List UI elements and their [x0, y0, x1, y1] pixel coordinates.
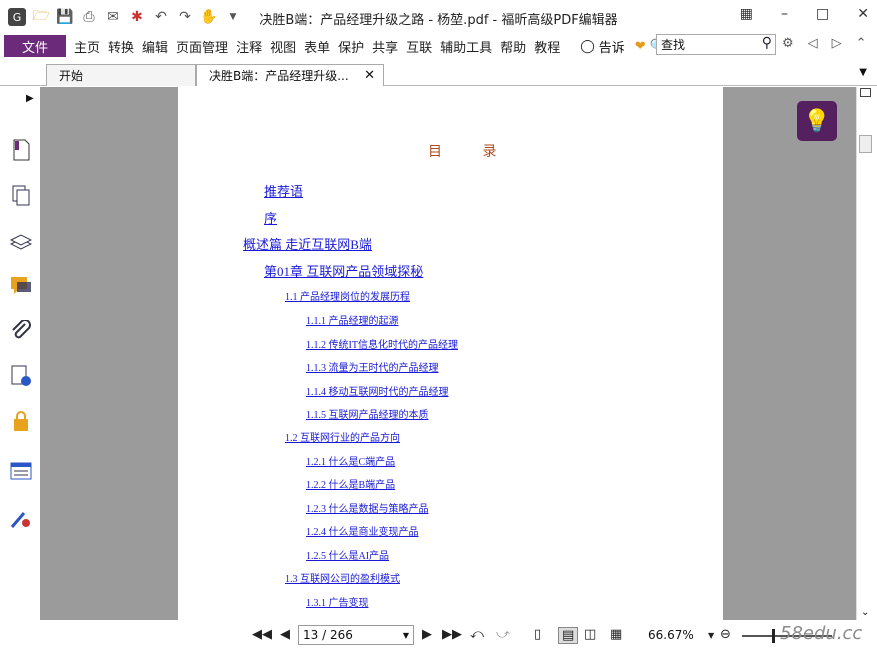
tab-label: 开始: [59, 69, 84, 83]
continuous-page-icon[interactable]: ▤: [558, 627, 579, 644]
maximize-button[interactable]: □: [816, 6, 829, 22]
menu-item-form[interactable]: 表单: [300, 37, 334, 56]
menu-item-comment[interactable]: 注释: [232, 37, 266, 56]
comments-icon[interactable]: [10, 275, 32, 297]
lightbulb-icon: ◯: [580, 38, 595, 54]
next-page-icon[interactable]: ▶: [422, 627, 432, 642]
toc-entry[interactable]: 1.3 互联网公司的盈利模式: [285, 570, 400, 585]
tips-lightbulb-button[interactable]: 💡: [797, 101, 837, 141]
attachment-icon[interactable]: [10, 320, 32, 342]
tell-me[interactable]: ◯ 告诉 ❤ 🔍: [580, 37, 666, 56]
menu-item-home[interactable]: 主页: [70, 37, 104, 56]
single-page-icon[interactable]: ▯: [534, 627, 541, 642]
status-bar: ◀◀ ◀ 13 / 266 ▼ ▶ ▶▶ ⤺ ⤻ ▯ ▤ ◫ ▦ 66.67% …: [0, 621, 877, 651]
toc-entry[interactable]: 1.1.1 产品经理的起源: [306, 312, 399, 327]
last-page-icon[interactable]: ▶▶: [442, 627, 462, 642]
expand-panel-icon[interactable]: ▶: [26, 93, 34, 104]
collapse-ribbon-icon[interactable]: ⌃: [856, 36, 867, 51]
next-view-icon[interactable]: ⤻: [496, 627, 510, 642]
toc-entry[interactable]: 1.3.2 增值服务: [306, 618, 369, 620]
signatures-icon[interactable]: [10, 365, 32, 387]
toc-entry[interactable]: 1.1.3 流量为王时代的产品经理: [306, 359, 439, 374]
menu-item-tutorial[interactable]: 教程: [530, 37, 564, 56]
toc-entry[interactable]: 1.3.1 广告变现: [306, 594, 369, 609]
document-viewport[interactable]: 目 录 推荐语序概述篇 走近互联网B端第01章 互联网产品领域探秘 1.1 产品经…: [40, 87, 856, 620]
pages-thumbnail-icon[interactable]: [10, 185, 32, 207]
navigation-panel: ▶: [0, 87, 40, 620]
close-button[interactable]: ✕: [857, 6, 869, 22]
tab-start[interactable]: 开始: [46, 64, 196, 86]
toc-entry[interactable]: 推荐语: [264, 181, 303, 200]
page-number-value: 13 / 266: [303, 628, 353, 642]
search-box[interactable]: 查找 ⚲: [656, 34, 776, 55]
tab-list-dropdown-icon[interactable]: ▼: [859, 67, 867, 78]
zoom-out-icon[interactable]: ⊖: [720, 627, 731, 642]
watermark-text: 58edu.cc: [780, 623, 863, 644]
continuous-facing-icon[interactable]: ▦: [610, 627, 622, 642]
window-controls: ▦ – □ ✕: [740, 6, 869, 22]
toc-entry[interactable]: 1.2.3 什么是数据与策略产品: [306, 500, 429, 515]
scroll-left-icon[interactable]: ◁: [808, 36, 818, 51]
menu-item-share[interactable]: 共享: [368, 37, 402, 56]
tab-label: 决胜B端：产品经理升级...: [209, 69, 349, 83]
menu-item-accessibility[interactable]: 辅助工具: [436, 37, 496, 56]
facing-pages-icon[interactable]: ◫: [584, 627, 596, 642]
zoom-level[interactable]: 66.67%: [648, 628, 694, 642]
scroll-up-button[interactable]: [860, 88, 871, 97]
tell-me-label: 告诉: [598, 40, 625, 56]
minimize-button[interactable]: –: [781, 6, 788, 22]
title-bar: G 🗁 💾 ⎙ ✉ ✱ ↶ ↷ ✋ ▼ 决胜B端：产品经理升级之路 - 杨堃.p…: [0, 0, 877, 34]
page-dropdown-icon[interactable]: ▼: [403, 631, 409, 640]
feedback-heart-icon[interactable]: ❤: [635, 39, 646, 54]
menu-item-protect[interactable]: 保护: [334, 37, 368, 56]
bookmark-icon[interactable]: [10, 139, 32, 161]
toc-entry[interactable]: 序: [264, 208, 277, 227]
toc-title: 目 录: [428, 144, 515, 160]
toc-entry[interactable]: 1.2 互联网行业的产品方向: [285, 429, 400, 444]
toc-entry[interactable]: 1.2.5 什么是AI产品: [306, 547, 389, 562]
form-fields-icon[interactable]: [10, 460, 32, 482]
toc-entry[interactable]: 1.2.4 什么是商业变现产品: [306, 523, 419, 538]
menu-item-help[interactable]: 帮助: [496, 37, 530, 56]
scrollbar-thumb[interactable]: [859, 135, 872, 153]
toc-entry[interactable]: 第01章 互联网产品领域探秘: [264, 261, 423, 280]
layers-icon[interactable]: [10, 230, 32, 252]
pdf-page: 目 录 推荐语序概述篇 走近互联网B端第01章 互联网产品领域探秘 1.1 产品经…: [178, 87, 723, 620]
zoom-dropdown-icon[interactable]: ▼: [708, 631, 714, 640]
tab-document[interactable]: 决胜B端：产品经理升级... ✕: [196, 64, 384, 86]
close-tab-icon[interactable]: ✕: [364, 68, 375, 83]
file-menu-button[interactable]: 文件: [4, 35, 66, 57]
previous-page-icon[interactable]: ◀: [280, 627, 290, 642]
toc-entry[interactable]: 1.1.5 互联网产品经理的本质: [306, 406, 429, 421]
menu-item-connect[interactable]: 互联: [402, 37, 436, 56]
scroll-right-icon[interactable]: ▷: [832, 36, 842, 51]
toc-entry[interactable]: 1.1.2 传统IT信息化时代的产品经理: [306, 336, 458, 351]
vertical-scrollbar[interactable]: ⌄: [856, 87, 873, 620]
menu-item-organize[interactable]: 页面管理: [172, 37, 232, 56]
security-lock-icon[interactable]: [10, 410, 32, 432]
search-input[interactable]: 查找: [661, 36, 685, 53]
zoom-slider-knob[interactable]: [772, 629, 775, 643]
toc-entry[interactable]: 1.1.4 移动互联网时代的产品经理: [306, 383, 449, 398]
menu-item-view[interactable]: 视图: [266, 37, 300, 56]
search-icon[interactable]: ⚲: [762, 35, 772, 51]
settings-gear-icon[interactable]: ⚙: [782, 36, 794, 51]
menu-item-edit[interactable]: 编辑: [138, 37, 172, 56]
toc-entry[interactable]: 概述篇 走近互联网B端: [243, 234, 372, 253]
previous-view-icon[interactable]: ⤺: [470, 627, 484, 642]
tab-bar: 开始 决胜B端：产品经理升级... ✕ ▼: [0, 62, 877, 86]
menu-item-convert[interactable]: 转换: [104, 37, 138, 56]
first-page-icon[interactable]: ◀◀: [252, 627, 272, 642]
toc-entry[interactable]: 1.1 产品经理岗位的发展历程: [285, 288, 410, 303]
menu-right-controls: ⚙ ◁ ▷ ⌃: [782, 36, 867, 51]
certificate-icon[interactable]: [10, 507, 32, 529]
layout-icon[interactable]: ▦: [740, 6, 753, 22]
scroll-down-icon[interactable]: ⌄: [861, 607, 869, 618]
page-number-field[interactable]: 13 / 266 ▼: [298, 625, 414, 645]
toc-entry[interactable]: 1.2.2 什么是B端产品: [306, 476, 395, 491]
toc-entry[interactable]: 1.2.1 什么是C端产品: [306, 453, 395, 468]
